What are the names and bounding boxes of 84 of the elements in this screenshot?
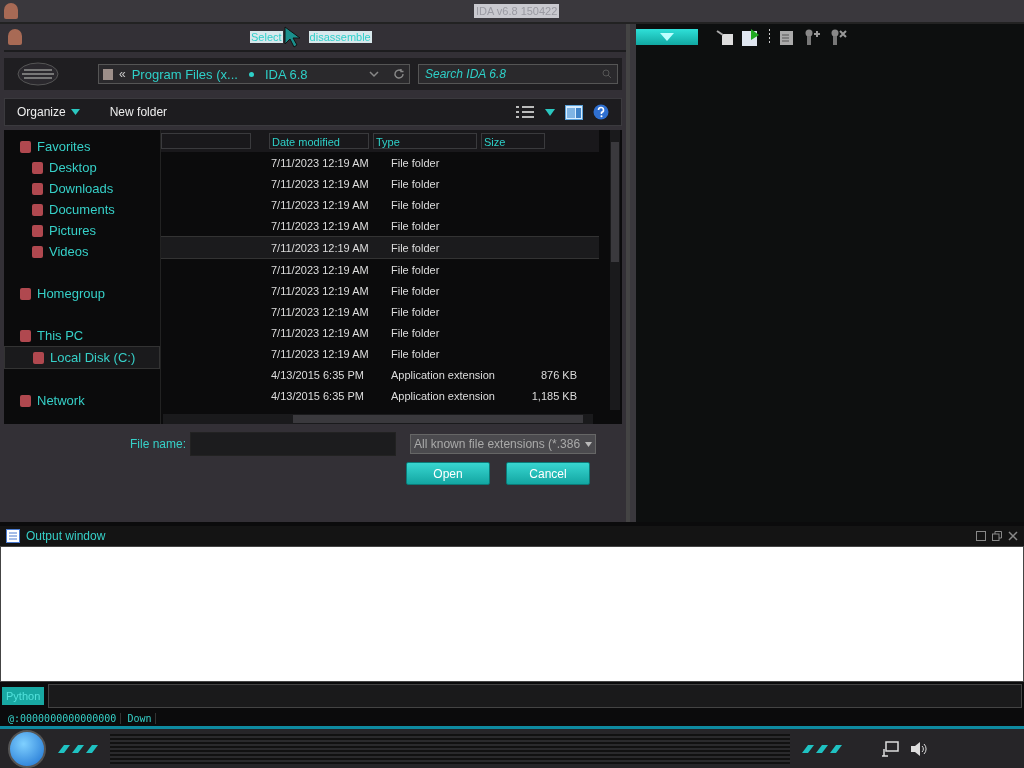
organize-menu[interactable]: Organize bbox=[17, 105, 80, 119]
caret-icon bbox=[585, 441, 593, 447]
sidebar-item[interactable]: Desktop bbox=[4, 157, 160, 178]
sidebar-item[interactable]: Homegroup bbox=[4, 283, 160, 304]
folder-icon bbox=[32, 161, 43, 174]
file-row[interactable]: 7/11/2023 12:19 AM File folder bbox=[161, 280, 599, 301]
run-code-icon[interactable] bbox=[742, 28, 760, 46]
view-list-icon[interactable] bbox=[515, 105, 535, 119]
document-icon[interactable] bbox=[779, 29, 795, 45]
close-icon[interactable] bbox=[1008, 531, 1018, 541]
separator-icon bbox=[248, 71, 254, 77]
file-row[interactable]: 7/11/2023 12:19 AM File folder bbox=[161, 215, 599, 236]
sidebar-item[interactable]: This PC bbox=[4, 325, 160, 346]
dialog-title: disassemble bbox=[308, 31, 372, 43]
search-icon bbox=[602, 69, 612, 79]
file-row[interactable]: 7/11/2023 12:19 AM File folder bbox=[161, 343, 599, 364]
restore-icon[interactable] bbox=[992, 531, 1002, 541]
decoration-drawing bbox=[800, 743, 844, 754]
address-bar[interactable]: « Program Files (x... IDA 6.8 bbox=[98, 64, 410, 84]
file-row[interactable]: 7/11/2023 12:19 AM File folder bbox=[161, 236, 599, 259]
file-row[interactable]: 7/11/2023 12:19 AM File folder bbox=[161, 301, 599, 322]
column-header[interactable]: Size bbox=[481, 133, 545, 149]
file-row[interactable]: 7/11/2023 12:19 AM File folder bbox=[161, 259, 599, 280]
dropdown-icon[interactable] bbox=[369, 70, 379, 78]
file-name-label: File name: bbox=[130, 437, 187, 451]
folder-icon bbox=[32, 203, 43, 216]
status-text: Down bbox=[127, 712, 157, 724]
folder-icon bbox=[20, 287, 31, 300]
folder-icon bbox=[20, 329, 31, 342]
decoration-drawing bbox=[56, 743, 100, 754]
file-row[interactable]: 7/11/2023 12:19 AM File folder bbox=[161, 152, 599, 173]
folder-icon bbox=[32, 182, 43, 195]
file-row[interactable]: 7/11/2023 12:19 AM File folder bbox=[161, 322, 599, 343]
file-name-field[interactable] bbox=[190, 432, 397, 456]
remove-icon[interactable] bbox=[829, 29, 847, 45]
start-button[interactable] bbox=[8, 729, 46, 768]
refresh-icon[interactable] bbox=[393, 68, 405, 80]
maximize-icon[interactable] bbox=[976, 531, 986, 541]
overflow-chevron[interactable]: « bbox=[119, 67, 126, 81]
dropdown-button[interactable] bbox=[636, 29, 698, 45]
dialog-title: Select bbox=[250, 31, 283, 43]
column-header[interactable]: Type bbox=[373, 133, 477, 149]
scrollbar[interactable] bbox=[163, 414, 593, 424]
sidebar-item[interactable]: Documents bbox=[4, 199, 160, 220]
breadcrumb[interactable]: Program Files (x... bbox=[131, 66, 238, 82]
preview-pane-icon[interactable] bbox=[565, 104, 583, 120]
sidebar-item[interactable]: Pictures bbox=[4, 220, 160, 241]
breadcrumb[interactable]: IDA 6.8 bbox=[264, 66, 308, 82]
caret-icon[interactable] bbox=[545, 108, 555, 116]
file-row[interactable]: 7/11/2023 12:19 AM File folder bbox=[161, 194, 599, 215]
volume-icon[interactable] bbox=[910, 740, 928, 757]
sidebar-item[interactable]: Favorites bbox=[4, 136, 160, 157]
sidebar-item[interactable]: Downloads bbox=[4, 178, 160, 199]
file-row[interactable]: 4/13/2015 6:35 PM Application extension 876 KB bbox=[161, 364, 599, 385]
status-text: @:0000000000000000 bbox=[8, 712, 122, 724]
command-field[interactable] bbox=[48, 684, 1022, 708]
document-icon bbox=[6, 529, 20, 543]
caret-icon bbox=[660, 33, 674, 41]
folder-icon bbox=[20, 394, 31, 407]
panel-title: Output window bbox=[26, 529, 106, 543]
code-arrow-icon[interactable] bbox=[716, 29, 734, 45]
file-row[interactable]: 4/13/2015 6:35 PM Application extension 1,185 KB bbox=[161, 385, 599, 406]
help-icon[interactable] bbox=[593, 104, 609, 120]
folder-icon bbox=[103, 68, 113, 80]
add-icon[interactable] bbox=[803, 29, 821, 45]
toolbar-separator bbox=[768, 29, 771, 45]
new-folder-button[interactable]: New folder bbox=[109, 105, 168, 119]
user-icon bbox=[8, 29, 22, 45]
file-type-dropdown[interactable]: All known file extensions (*.386 bbox=[410, 434, 597, 454]
file-row[interactable]: 7/11/2023 12:19 AM File folder bbox=[161, 173, 599, 194]
network-icon[interactable] bbox=[882, 740, 900, 757]
scrollbar[interactable] bbox=[610, 130, 620, 410]
sidebar-item[interactable]: Videos bbox=[4, 241, 160, 262]
column-header[interactable]: Date modified bbox=[269, 133, 369, 149]
caret-icon bbox=[70, 109, 80, 115]
sidebar-item[interactable]: Local Disk (C:) bbox=[4, 346, 160, 369]
back-forward-icon[interactable] bbox=[16, 61, 60, 87]
folder-icon bbox=[32, 245, 43, 258]
folder-icon bbox=[20, 140, 31, 153]
folder-icon bbox=[32, 224, 43, 237]
search-field[interactable]: Search IDA 6.8 bbox=[418, 64, 618, 84]
folder-icon bbox=[33, 351, 44, 364]
sidebar-item[interactable]: Network bbox=[4, 390, 160, 411]
user-icon bbox=[4, 3, 18, 19]
